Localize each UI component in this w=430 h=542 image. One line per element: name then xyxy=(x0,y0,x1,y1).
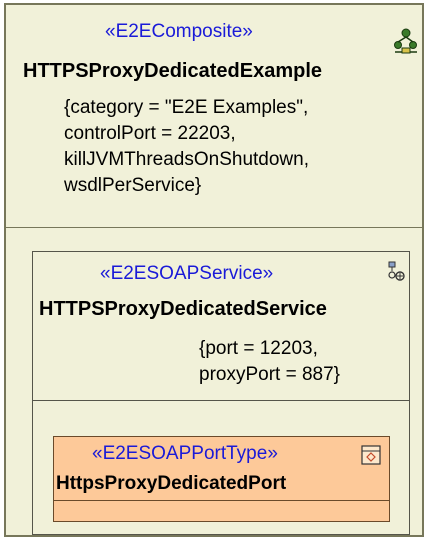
service-tag: proxyPort = 887} xyxy=(199,364,341,385)
port-type-box[interactable]: «E2ESOAPPortType» HttpsProxyDedicatedPor… xyxy=(53,436,390,522)
composite-tag: wsdlPerService} xyxy=(64,175,202,196)
service-name: HTTPSProxyDedicatedService xyxy=(39,298,327,320)
port-name: HttpsProxyDedicatedPort xyxy=(56,473,287,494)
composite-name: HTTPSProxyDedicatedExample xyxy=(23,60,322,82)
composite-frame[interactable]: «E2EComposite» HTTPSProxyDedicatedExampl… xyxy=(4,3,424,537)
composite-stereotype: «E2EComposite» xyxy=(105,21,253,42)
service-stereotype: «E2ESOAPService» xyxy=(100,263,274,284)
composite-tag: controlPort = 22203, xyxy=(64,123,236,144)
compartment-divider xyxy=(6,227,422,228)
service-tag: {port = 12203, xyxy=(199,338,318,359)
composite-tag: {category = "E2E Examples", xyxy=(64,97,309,118)
composite-icon xyxy=(394,28,417,54)
soap-service-frame[interactable]: «E2ESOAPService» HTTPSProxyDedicatedServ… xyxy=(32,251,410,535)
compartment-divider xyxy=(33,400,409,401)
port-type-icon xyxy=(361,445,381,465)
port-stereotype: «E2ESOAPPortType» xyxy=(92,443,278,464)
compartment-divider xyxy=(54,500,389,501)
composite-tag: killJVMThreadsOnShutdown, xyxy=(64,149,309,170)
soap-service-icon xyxy=(388,261,405,281)
